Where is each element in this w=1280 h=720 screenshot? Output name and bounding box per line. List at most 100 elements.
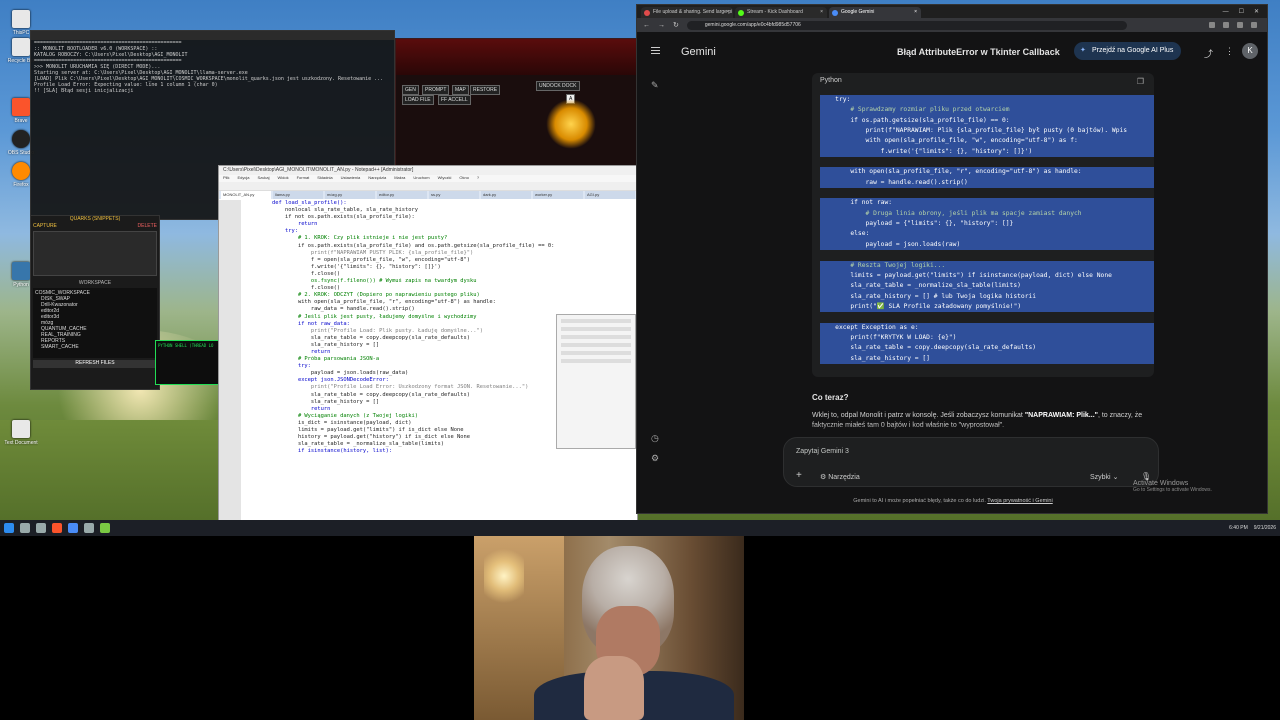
editor-menu-item[interactable]: Wtyczki xyxy=(438,175,452,182)
gen-button[interactable]: GEN xyxy=(402,85,419,95)
editor-menu-item[interactable]: Widok xyxy=(277,175,288,182)
code-line: if isinstance(history, list): xyxy=(259,448,393,455)
extension-icon[interactable] xyxy=(1209,22,1215,28)
terminal-taskbar-icon[interactable] xyxy=(84,523,94,533)
editor-menu-item[interactable]: Składnia xyxy=(317,175,332,182)
editor-tab[interactable]: ss.py xyxy=(429,191,479,199)
refresh-files-button[interactable]: REFRESH FILES xyxy=(33,360,157,368)
browser-tabstrip: File upload & sharing. Send large pi × St… xyxy=(637,5,1267,18)
editor-tab[interactable]: worker.py xyxy=(533,191,583,199)
editor-menu-item[interactable]: Narzędzia xyxy=(368,175,386,182)
code-line: # 1. KROK: Czy plik istnieje i nie jest … xyxy=(259,235,448,242)
close-icon[interactable]: × xyxy=(914,7,917,18)
reload-icon[interactable]: ↻ xyxy=(673,21,679,29)
extension-icon[interactable] xyxy=(1223,22,1229,28)
code-text: sla_rate_table = copy.deepcopy(sla_rate_… xyxy=(820,344,1037,352)
quarks-panel: QUARKS (SNIPPETS) CAPTURE DELETE WORKSPA… xyxy=(30,215,160,390)
chrome-taskbar-icon[interactable] xyxy=(68,523,78,533)
copy-icon[interactable]: ❐ xyxy=(1137,77,1144,86)
find-dialog[interactable] xyxy=(556,314,636,449)
code-editor-window[interactable]: C:\Users\Pixel\Desktop\AGI_MONOLIT\MONOL… xyxy=(218,165,638,525)
restore-button[interactable]: RESTORE xyxy=(470,85,501,95)
code-line: print("✅ SLA Profile załadowany pomyślni… xyxy=(820,301,1154,313)
code-line: limits = payload.get("limits") if isinst… xyxy=(820,270,1154,282)
start-icon[interactable] xyxy=(4,523,14,533)
browser-window[interactable]: File upload & sharing. Send large pi × St… xyxy=(636,4,1268,514)
avatar[interactable]: K xyxy=(1242,43,1258,59)
minimize-icon[interactable]: — xyxy=(1223,7,1229,18)
settings-icon[interactable]: ⚙ xyxy=(651,453,659,464)
editor-menu-item[interactable]: ? xyxy=(477,175,479,182)
editor-menu-item[interactable]: Okno xyxy=(459,175,469,182)
prompt-input[interactable]: Zapytaj Gemini 3 xyxy=(796,448,849,455)
prompt-box[interactable]: Zapytaj Gemini 3 + ⚙ Narzędzia Szybki ⌄ … xyxy=(783,437,1159,487)
clock-time[interactable]: 6:40 PM xyxy=(1229,525,1248,531)
close-window-icon[interactable]: ✕ xyxy=(1254,7,1259,18)
desktop-icon-text[interactable]: Text Document xyxy=(4,420,38,446)
snippet-list[interactable] xyxy=(33,231,157,276)
upgrade-button[interactable]: ✦ Przejdź na Google AI Plus xyxy=(1074,42,1182,60)
hamburger-menu-icon[interactable] xyxy=(651,47,660,56)
launcher-window[interactable]: UNDOCK DOCK A GEN PROMPT MAP RESTORE LOA… xyxy=(395,38,640,168)
workspace-tree[interactable]: COSMIC_WORKSPACE DISK_SWAP Drill-Kwazona… xyxy=(33,288,157,358)
file-explorer-icon[interactable] xyxy=(36,523,46,533)
prompt-button[interactable]: PROMPT xyxy=(422,85,450,95)
tools-button[interactable]: ⚙ Narzędzia xyxy=(820,473,860,481)
code-comment-line: # Druga linia obrony, jeśli plik ma spac… xyxy=(820,208,1154,220)
capture-button[interactable]: CAPTURE xyxy=(33,223,57,229)
browser-tab-active[interactable]: Google Gemini × xyxy=(829,7,921,18)
browser-tab[interactable]: File upload & sharing. Send large pi × xyxy=(641,7,733,18)
editor-tab[interactable]: mózg.py xyxy=(325,191,375,199)
code-block-source[interactable]: try: # Sprawdzamy rozmiar pliku przed ot… xyxy=(820,95,1154,364)
search-icon[interactable] xyxy=(20,523,30,533)
dock-toggle[interactable]: UNDOCK DOCK xyxy=(536,81,580,91)
model-mode-select[interactable]: Szybki ⌄ xyxy=(1090,473,1118,481)
back-icon[interactable]: ← xyxy=(643,22,650,29)
code-text: # Druga linia obrony, jeśli plik ma spac… xyxy=(820,209,1082,217)
browser-tab[interactable]: Stream - Kick Dashboard × xyxy=(735,7,827,18)
editor-menu-item[interactable]: Format xyxy=(297,175,310,182)
notepadpp-taskbar-icon[interactable] xyxy=(100,523,110,533)
load-file-button[interactable]: LOAD FILE xyxy=(402,95,434,105)
map-button[interactable]: MAP xyxy=(452,85,469,95)
tree-item[interactable]: SMART_CACHE xyxy=(35,344,155,350)
privacy-link[interactable]: Twoja prywatność i Gemini xyxy=(987,498,1052,504)
editor-tab[interactable]: llama.py xyxy=(273,191,323,199)
editor-toolbar[interactable] xyxy=(219,182,637,191)
brave-taskbar-icon[interactable] xyxy=(52,523,62,533)
python-shell[interactable]: PYTHON SHELL (THREAD LO xyxy=(155,340,225,385)
close-icon[interactable]: × xyxy=(726,7,729,18)
clock-date[interactable]: 9/21/2026 xyxy=(1254,525,1276,531)
editor-menu-item[interactable]: Edycja xyxy=(237,175,249,182)
editor-menu-item[interactable]: Plik xyxy=(223,175,229,182)
editor-tab[interactable]: dark.py xyxy=(481,191,531,199)
more-vert-icon[interactable]: ⋮ xyxy=(1225,46,1234,57)
editor-tab[interactable]: AGI.py xyxy=(585,191,635,199)
gemini-brand[interactable]: Gemini xyxy=(681,46,716,58)
editor-menu-item[interactable]: Ustawienia xyxy=(341,175,361,182)
editor-menu-item[interactable]: Makra xyxy=(394,175,405,182)
close-icon[interactable]: × xyxy=(820,7,823,18)
address-bar[interactable]: gemini.google.com/app/e0c4bfd985d57706 xyxy=(686,20,1127,30)
editor-menu-item[interactable]: Uruchom xyxy=(413,175,429,182)
taskbar: 6:40 PM 9/21/2026 xyxy=(0,520,1280,536)
extension-icon[interactable] xyxy=(1237,22,1243,28)
share-icon[interactable]: ⤴ xyxy=(1204,47,1213,60)
forward-icon[interactable]: → xyxy=(658,22,665,29)
maximize-icon[interactable]: ☐ xyxy=(1239,7,1244,18)
delete-button[interactable]: DELETE xyxy=(138,223,157,229)
code-text: except Exception as e: xyxy=(820,323,919,331)
console-titlebar[interactable] xyxy=(31,31,394,40)
editor-tab[interactable]: MONOLIT_AN.py xyxy=(221,191,271,199)
editor-menu-item[interactable]: Szukaj xyxy=(257,175,269,182)
tab-favicon-icon xyxy=(832,10,838,16)
editor-tab[interactable]: editor.py xyxy=(377,191,427,199)
dialog-row xyxy=(561,343,631,347)
new-chat-icon[interactable]: ✎ xyxy=(651,80,659,91)
menu-icon[interactable] xyxy=(1251,22,1257,28)
accel-button[interactable]: FF ACCELL xyxy=(438,95,471,105)
code-line: if os.path.getsize(sla_profile_file) == … xyxy=(820,115,1154,127)
code-text: raw = handle.read().strip() xyxy=(820,178,968,186)
history-icon[interactable]: ◷ xyxy=(651,433,659,444)
add-icon[interactable]: + xyxy=(796,470,802,481)
